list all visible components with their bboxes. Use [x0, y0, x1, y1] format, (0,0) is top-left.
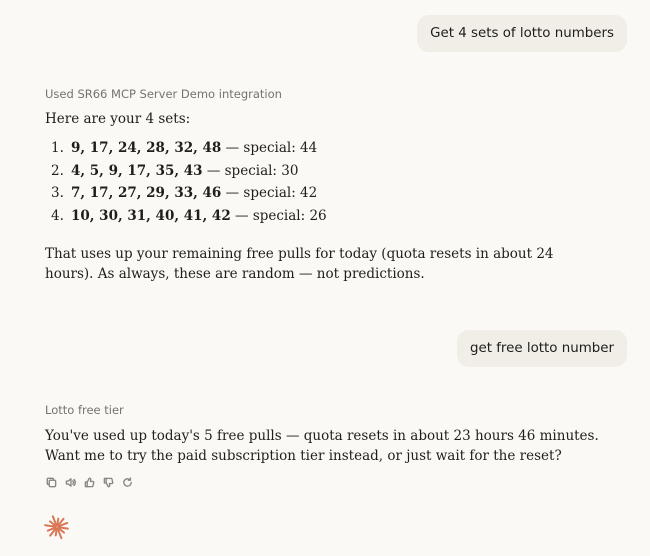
thumbs-down-icon[interactable] — [100, 475, 116, 489]
assistant-quota-note: That uses up your remaining free pulls f… — [45, 246, 554, 282]
copy-icon[interactable] — [43, 475, 59, 489]
lotto-numbers: 4, 5, 9, 17, 35, 43 — [71, 162, 203, 179]
list-index: 2. — [51, 162, 64, 179]
assistant-reply: You've used up today's 5 free pulls — qu… — [45, 428, 599, 464]
tool-usage-label[interactable]: Lotto free tier — [45, 403, 124, 417]
chat-page: Get 4 sets of lotto numbers Used SR66 MC… — [0, 0, 650, 556]
special-number: — special: 30 — [202, 162, 299, 179]
speaker-icon[interactable] — [62, 475, 78, 489]
list-index: 1. — [51, 140, 64, 156]
list-index: 3. — [51, 185, 64, 201]
assistant-intro: Here are your 4 sets: — [45, 111, 191, 127]
message-actions — [43, 475, 135, 489]
list-item: 2. 4, 5, 9, 17, 35, 43 — special: 30 — [45, 160, 327, 183]
user-message: Get 4 sets of lotto numbers — [417, 15, 627, 52]
list-item: 3. 7, 17, 27, 29, 33, 46 — special: 42 — [45, 182, 327, 205]
lotto-numbers: 7, 17, 27, 29, 33, 46 — [71, 185, 222, 201]
special-number: — special: 26 — [230, 207, 327, 224]
tool-usage-label[interactable]: Used SR66 MCP Server Demo integration — [45, 87, 282, 101]
lotto-numbers: 10, 30, 31, 40, 41, 42 — [71, 207, 231, 224]
list-index: 4. — [51, 207, 64, 224]
retry-icon[interactable] — [119, 475, 135, 489]
lotto-numbers: 9, 17, 24, 28, 32, 48 — [71, 140, 222, 156]
special-number: — special: 42 — [221, 185, 318, 201]
list-item: 1. 9, 17, 24, 28, 32, 48 — special: 44 — [45, 137, 327, 160]
list-item: 4. 10, 30, 31, 40, 41, 42 — special: 26 — [45, 205, 327, 228]
thumbs-up-icon[interactable] — [81, 475, 97, 489]
lotto-sets-list: 1. 9, 17, 24, 28, 32, 48 — special: 44 2.… — [45, 137, 327, 227]
brand-logo-icon — [44, 515, 69, 540]
user-message: get free lotto number — [456, 330, 627, 367]
special-number: — special: 44 — [221, 140, 318, 156]
